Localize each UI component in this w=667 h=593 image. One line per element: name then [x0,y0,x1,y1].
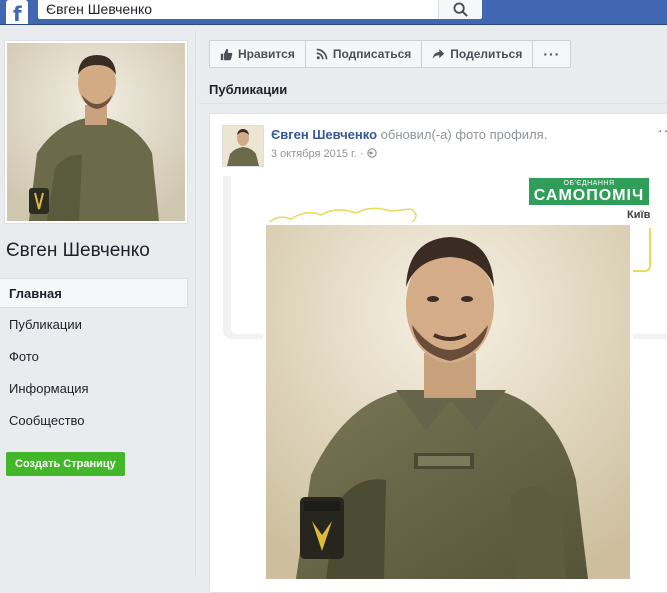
profile-name[interactable]: Євген Шевченко [6,240,150,262]
profile-photo-preview[interactable] [263,222,633,582]
page-actions-bar: Нравится Подписаться Поделиться ··· [209,40,572,68]
post-author-avatar[interactable] [222,125,264,167]
like-icon [220,48,233,60]
like-button[interactable]: Нравится [210,41,306,67]
nav-item-photos[interactable]: Фото [0,342,188,372]
soldier-portrait-image [266,225,630,579]
profile-photo-image [7,43,185,221]
follow-label: Подписаться [332,47,412,61]
search-input[interactable]: Євген Шевченко [38,0,438,19]
post-date-link[interactable]: 3 октября 2015 г. [271,148,357,160]
like-label: Нравится [238,47,295,61]
nav-item-about[interactable]: Информация [0,374,188,404]
share-label: Поделиться [450,47,523,61]
search-button[interactable] [438,0,482,19]
section-divider [199,103,667,104]
more-actions-button[interactable]: ··· [533,41,570,67]
rss-icon [316,48,328,60]
follow-button[interactable]: Подписаться [306,41,423,67]
post-author-link[interactable]: Євген Шевченко [271,127,377,142]
party-logo-big-text: САМОПОМІЧ [533,187,645,204]
avatar-image [223,126,263,166]
post-options-button[interactable]: ·· [658,122,667,138]
share-button[interactable]: Поделиться [422,41,534,67]
page-nav: Главная Публикации Фото Информация Сообщ… [0,278,188,438]
meta-separator: · [356,148,367,160]
nav-item-community[interactable]: Сообщество [0,406,188,436]
share-arrow-icon [433,49,445,59]
nav-item-home[interactable]: Главная [0,278,188,308]
nav-item-posts[interactable]: Публикации [0,310,188,340]
post-meta: 3 октября 2015 г. · [271,148,377,160]
column-divider [195,30,196,577]
create-page-button[interactable]: Создать Страницу [6,452,125,476]
facebook-logo-icon[interactable]: f [6,0,28,25]
top-bar: f Євген Шевченко [0,0,667,25]
section-title: Публикации [209,82,288,97]
search-icon [453,2,468,17]
party-logo: ОБ'ЄДНАННЯ САМОПОМІЧ [529,178,649,205]
profile-picture[interactable] [4,40,188,224]
city-label: Київ [627,209,651,221]
post-header: Євген Шевченко обновил(-а) фото профиля. [271,127,547,142]
globe-icon[interactable] [366,148,377,158]
post-action-text: обновил(-а) фото профиля. [377,127,548,142]
